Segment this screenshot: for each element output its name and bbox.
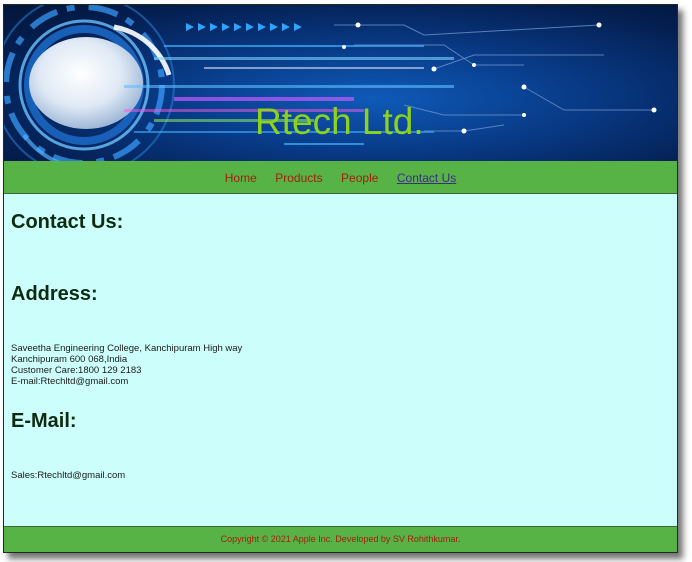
site-title: Rtech Ltd. (255, 101, 424, 142)
email-heading: E-Mail: (11, 410, 77, 432)
nav-item-contact: Contact Us (397, 161, 456, 195)
address-heading: Address: (11, 283, 98, 305)
nav-item-products: Products (275, 161, 322, 195)
nav-item-people: People (341, 161, 378, 195)
sales-email-line: Sales:Rtechltd@gmail.com (11, 470, 126, 481)
address-line: Kanchipuram 600 068,India (11, 354, 128, 365)
address-block: Saveetha Engineering College, Kanchipura… (11, 343, 661, 387)
nav-link-people[interactable]: People (341, 171, 378, 185)
header-banner: Rtech Ltd. (4, 5, 677, 161)
nav-item-home: Home (225, 161, 257, 195)
page-heading: Contact Us: (11, 211, 124, 233)
email-line: E-mail:Rtechltd@gmail.com (11, 376, 129, 387)
nav-list: Home Products People Contact Us (218, 161, 463, 195)
nav-link-contact-us[interactable]: Contact Us (397, 171, 456, 185)
page-footer: Copyright © 2021 Apple Inc. Developed by… (4, 526, 677, 552)
copyright-text: Copyright © 2021 Apple Inc. Developed by… (220, 534, 461, 544)
customer-care-line: Customer Care:1800 129 2183 (11, 365, 142, 376)
main-navbar: Home Products People Contact Us (4, 161, 677, 194)
address-line: Saveetha Engineering College, Kanchipura… (11, 343, 243, 354)
nav-link-home[interactable]: Home (225, 171, 257, 185)
page-frame: Rtech Ltd. Home Products People Contact … (3, 4, 678, 553)
nav-link-products[interactable]: Products (275, 171, 322, 185)
email-block: Sales:Rtechltd@gmail.com (11, 470, 661, 481)
main-content: Contact Us: Address: Saveetha Engineerin… (11, 194, 661, 481)
